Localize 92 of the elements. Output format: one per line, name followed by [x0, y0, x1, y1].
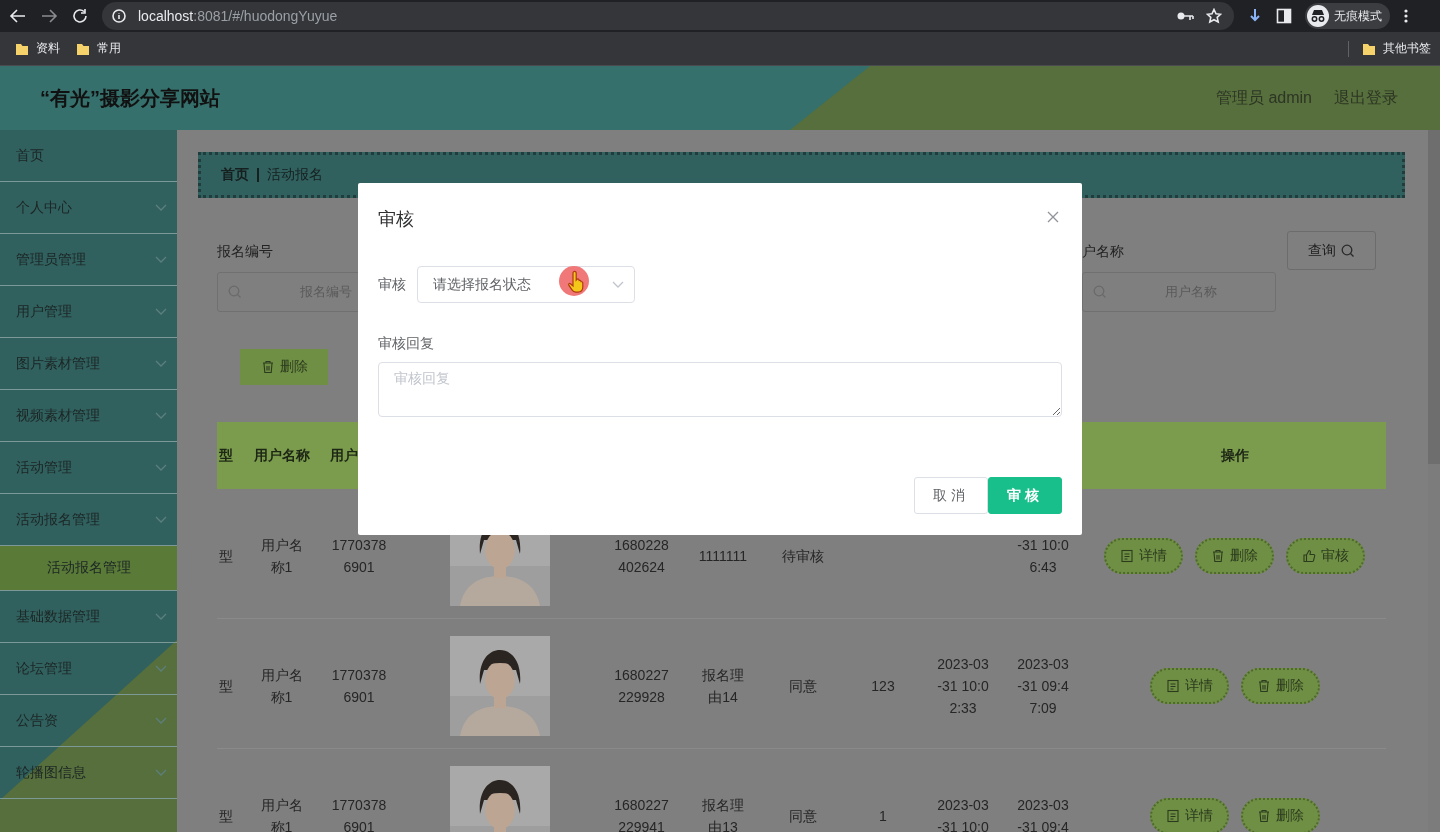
table-cell-text: 用户名称1: [259, 535, 304, 577]
reload-icon[interactable]: [71, 7, 89, 25]
table-cell-text: 型: [219, 676, 233, 696]
table-cell-text: 同意: [789, 676, 817, 696]
field-label: 审核: [378, 275, 406, 294]
trash-icon: [1211, 548, 1225, 563]
table-cell-text: 17703786901: [331, 665, 387, 707]
address-field[interactable]: localhost:8081/#/huodongYuyue: [102, 2, 1234, 30]
document-icon: [1120, 548, 1134, 563]
delete-button[interactable]: 删除: [1240, 667, 1320, 704]
document-icon: [1165, 808, 1180, 823]
table-cell-text: 2023-03-31 10:02:33: [936, 654, 990, 718]
bookmark-link[interactable]: 其他书签: [1359, 40, 1434, 57]
logout-link[interactable]: 退出登录: [1334, 87, 1398, 109]
chevron-down-icon: [155, 256, 167, 263]
table-cell-text: 同意: [789, 806, 817, 826]
sidebar-toggle-icon[interactable]: [1276, 8, 1292, 24]
details-button[interactable]: 详情: [1104, 537, 1183, 574]
star-icon[interactable]: [1206, 8, 1222, 24]
table-cell-text: 1111111: [698, 546, 748, 566]
chevron-down-icon: [612, 281, 624, 288]
table-cell-text: 2023-03-31 09:47:09: [1016, 654, 1070, 718]
thumbs-up-icon: [1302, 548, 1316, 563]
menu-icon[interactable]: [1403, 8, 1409, 24]
sidebar-item[interactable]: 公告资: [0, 695, 177, 747]
sidebar-item[interactable]: 首页: [0, 130, 177, 182]
status-select[interactable]: 请选择报名状态: [417, 266, 635, 303]
sidebar-item[interactable]: 个人中心: [0, 182, 177, 234]
table-cell-text: 123: [871, 676, 895, 696]
column-header: 用户名称: [252, 446, 311, 465]
details-button[interactable]: 详情: [1149, 797, 1229, 832]
table-cell-text: 用户名称1: [259, 665, 304, 707]
column-header: 型: [218, 446, 234, 465]
trash-icon: [1256, 678, 1271, 693]
column-header: 操作: [1219, 446, 1250, 465]
chevron-down-icon: [155, 613, 167, 620]
trash-icon: [1256, 808, 1271, 823]
folder-icon: [1362, 41, 1376, 56]
forward-icon[interactable]: [40, 7, 58, 25]
chevron-down-icon: [155, 204, 167, 211]
table-cell-text: 待审核: [782, 546, 824, 566]
table-cell-text: 1680227229928: [614, 665, 669, 707]
incognito-icon: [1307, 5, 1329, 27]
back-icon[interactable]: [9, 7, 27, 25]
table-cell-text: -31 10:06:43: [1016, 535, 1070, 577]
folder-icon: [76, 41, 90, 56]
admin-user-label: 管理员 admin: [1215, 87, 1312, 108]
chevron-down-icon: [155, 516, 167, 523]
chevron-down-icon: [155, 464, 167, 471]
table-cell-text: 1: [879, 806, 887, 826]
table-cell-text: 1680228402624: [614, 535, 669, 577]
breadcrumb-link[interactable]: 首页: [221, 166, 249, 184]
column-header: 用户: [329, 446, 359, 465]
field-label: 审核回复: [378, 335, 435, 353]
delete-button[interactable]: 删除: [1195, 537, 1274, 574]
review-button[interactable]: 审核: [1286, 537, 1365, 574]
table-cell-text: 17703786901: [331, 535, 387, 577]
table-cell-text: 17703786901: [331, 795, 387, 832]
bookmark-link[interactable]: 资料: [12, 40, 63, 57]
trash-icon: [260, 360, 275, 374]
details-button[interactable]: 详情: [1149, 667, 1229, 704]
search-icon: [1341, 243, 1355, 258]
delete-button[interactable]: 删除: [240, 349, 328, 385]
table-cell-text: 2023-03-31 10:0: [936, 795, 990, 832]
field-label: 户名称: [1082, 243, 1125, 261]
confirm-button[interactable]: 审核: [988, 477, 1062, 514]
table-cell-text: 2023-03-31 09:4: [1016, 795, 1070, 832]
chevron-down-icon: [155, 412, 167, 419]
document-icon: [1165, 678, 1180, 693]
close-icon[interactable]: [1047, 211, 1059, 223]
sidebar-item[interactable]: 轮播图信息: [0, 747, 177, 799]
chevron-down-icon: [155, 360, 167, 367]
info-icon: [112, 9, 126, 23]
profile-button[interactable]: 无痕模式: [1305, 3, 1390, 29]
table-cell-text: 1680227229941: [614, 795, 669, 832]
site-title: “有光”摄影分享网站: [40, 85, 220, 111]
folder-icon: [15, 41, 29, 56]
field-label: 报名编号: [217, 243, 274, 261]
breadcrumb-separator: [257, 168, 259, 182]
chevron-down-icon: [155, 308, 167, 315]
dialog-title: 审核: [378, 208, 414, 231]
bookmark-link[interactable]: 常用: [73, 40, 124, 57]
table-cell-text: 报名理由14: [701, 665, 745, 707]
table-cell-text: 型: [219, 546, 233, 566]
sidebar-subitem[interactable]: 活动报名管理: [0, 546, 177, 591]
cancel-button[interactable]: 取消: [914, 477, 988, 514]
chevron-down-icon: [155, 717, 167, 724]
chevron-down-icon: [155, 665, 167, 672]
table-cell-text: 型: [219, 806, 233, 826]
chevron-down-icon: [155, 769, 167, 776]
query-button[interactable]: 查询: [1287, 231, 1376, 270]
delete-button[interactable]: 删除: [1240, 797, 1320, 832]
